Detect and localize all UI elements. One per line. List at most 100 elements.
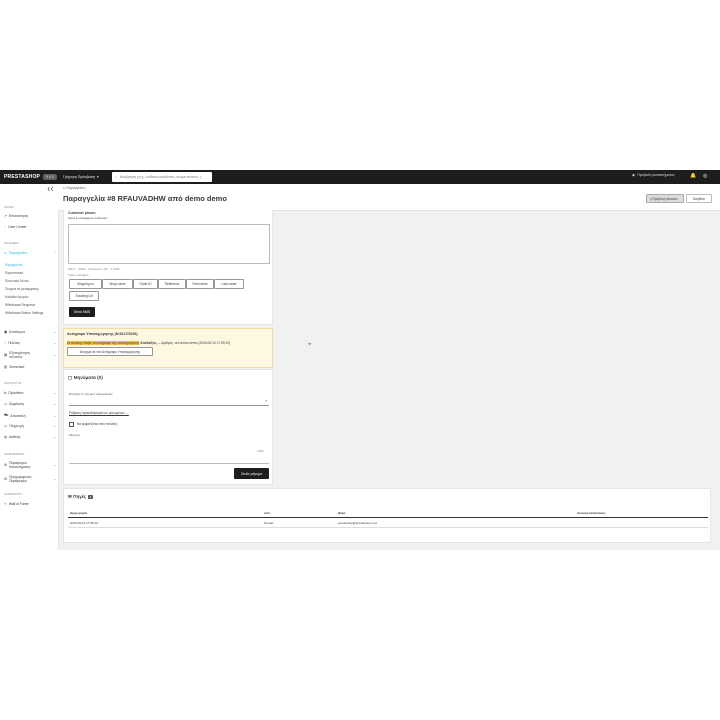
prestashop-logo[interactable]: PRESTASHOP [4,174,40,180]
insert-variables-label: Insert variables: [68,273,90,277]
sidebar-item-label: Wall of Fame [8,502,29,506]
sidebar-subitem-orders[interactable]: Παραγγελίες [5,263,23,267]
sidebar-subitem-delivery-slips[interactable]: Στοιχεία σε μεταφορικής [5,287,39,291]
sidebar-item-international[interactable]: ◍ Διεθνής ⌄ [4,435,56,439]
truck-icon: ⛟ [4,413,9,417]
sidebar-item-wall-of-fame[interactable]: ✧ Wall of Fame [4,502,56,506]
sidebar-item-appearance[interactable]: ▭ Εμφάνιση ⌄ [4,402,56,406]
globe-icon: ◍ [4,435,7,439]
col-date: Ημερομηνία [70,511,88,515]
quick-access-dropdown[interactable]: Γρήγορη Πρόσβαση ▾ [63,175,99,179]
collapse-sidebar-icon[interactable]: ❮❮ [47,186,54,191]
sidebar-subitem-invoices[interactable]: Παραστατικά [5,271,23,275]
var-last-name-button[interactable]: Last name [214,279,244,289]
cell-date: 2026-06-10 17:59:19 [70,521,98,525]
view-shop-link[interactable]: ◉ Προβολή καταστήματος [632,173,675,177]
view-closed-label: Προβολή κλεισών [652,196,678,201]
sidebar-item-label: Κατάλογος [9,330,26,334]
sms-message-textarea[interactable] [68,224,270,264]
chevron-down-icon: ▾ [96,175,99,179]
var-order-id-button[interactable]: Order ID [133,279,158,289]
open-withdrawal-button[interactable]: Άνοιγμα σε νέα Αντίγραφο Υπαναχώρησης [67,347,153,356]
var-reference-button[interactable]: Reference [158,279,186,289]
chevron-down-icon: ⌄ [53,413,56,418]
col-subject: Θέμα [338,511,346,515]
chevron-up-icon: ˆ [54,251,56,255]
sidebar-item-customer-service[interactable]: ▤ Εξυπηρέτηση πελατών ⌄ [4,351,56,359]
sidebar-item-label: Πρόσθετα [8,391,24,395]
sidebar-subitem-carts[interactable]: Καλάθια Αγορών [5,295,29,299]
section-configure: ΔΙΑΜΟΡΦΩΣΗ [4,452,25,456]
chevron-down-icon: ⌄ [53,341,56,345]
puzzle-icon: ⧉ [4,391,7,395]
sidebar-item-label: Παράμετροι Καταστήματος [9,461,31,469]
settings-icon: ⚙ [4,477,8,481]
search-bar[interactable]: ⌕ [112,172,212,182]
search-input[interactable] [119,175,206,179]
sidebar-item-label: Παραγγελίες [8,251,28,255]
sidebar-subitem-withdrawal-settings[interactable]: Withdrawal Button Settings [5,311,55,315]
sidebar-item-catalog[interactable]: ▣ Κατάλογος ⌄ [4,330,56,334]
sidebar-item-stats[interactable]: ▥ Στατιστικά [4,365,56,369]
messages-title: ▢ Μηνύματα (0) [68,375,103,381]
sidebar-item-modules[interactable]: ⧉ Πρόσθετα ⌄ [4,391,56,395]
version-badge: 9.0.0 [43,174,57,180]
withdrawal-detail: — Αριθμός: ord-demo-demo (2026-06-10 17:… [157,341,231,345]
configure-messages-link[interactable]: Ρύθμιση προκαθορισμένων μηνυμάτων → [69,411,129,415]
arrow-right-icon: → [124,411,129,415]
search-icon: ⌕ [115,175,117,179]
breadcrumb[interactable]: ⊔ Παραγγελίες [63,186,85,190]
sidebar-subitem-credit-slips[interactable]: Πιστωτικά δελτία [5,279,28,283]
sidebar-item-label: Πελάτες [8,341,21,345]
sidebar-item-payment[interactable]: ▭ Πληρωμή ⌄ [4,424,56,428]
emails-title-text: Πηγές [73,494,87,499]
help-button[interactable]: Βοήθεια [686,194,712,203]
sidebar-item-shop-parameters[interactable]: ⚙ Παράμετροι Καταστήματος ⌄ [4,461,56,469]
select-message-label: Επιλέξτε το μήνυμα παραγγελίας [69,392,113,396]
var-shipping-no-button[interactable]: Shipping no [69,279,102,289]
sidebar-item-label: Αποστολή [10,413,26,418]
message-textarea[interactable] [69,440,269,464]
messages-title-text: Μηνύματα (0) [73,375,103,380]
breadcrumb-orders: Παραγγελίες [66,186,86,190]
chevron-down-icon: ⌄ [53,353,56,357]
sidebar-item-label: Εξυπηρέτηση πελατών [9,351,30,359]
send-sms-button[interactable]: Send SMS [69,307,95,317]
var-shop-name-button[interactable]: Shop name [102,279,133,289]
emails-count-badge: 1 [87,495,94,499]
show-customer-checkbox[interactable] [69,422,74,427]
sidebar-item-customers[interactable]: ◔ Πελάτες ⌄ [4,341,56,345]
sidebar-item-orders[interactable]: ⊔ Παραγγελίες ˆ [4,251,56,255]
message-select[interactable]: ▾ [69,398,269,406]
cart-icon: ⊔ [4,251,7,255]
emails-panel: ✉ Πηγές 1 Ημερομηνία από Θέμα Αλλαγή κατ… [63,488,711,543]
send-message-label: Send a message to customer: [68,216,108,220]
sidebar-item-dashboard[interactable]: ↗ Επισκόπηση [4,214,56,218]
col-from: από [264,511,270,515]
sidebar-item-label: Διεθνής [8,435,21,439]
sidebar-item-shipping[interactable]: ⛟ Αποστολή ⌄ [4,413,56,418]
sidebar-item-label: Προχωρημένες Παράμετροι [9,475,32,483]
messages-panel: ▢ Μηνύματα (0) Επιλέξτε το μήνυμα παραγγ… [63,369,273,485]
view-shop-label: Προβολή καταστήματος [637,173,675,177]
monitor-icon: ▭ [4,402,8,406]
chart-icon: ▥ [4,365,8,369]
section-welcome: ΚΑΛΩΣ [4,205,15,209]
sidebar-subitem-withdrawal-requests[interactable]: Withdrawal Requests [5,303,35,307]
view-closed-button[interactable]: ⎙ Προβολή κλεισών [646,194,684,203]
sidebar-item-advanced-parameters[interactable]: ⚙ Προχωρημένες Παράμετροι ⌄ [4,475,56,483]
sms-panel: Customer phone: Send a message to custom… [63,210,273,325]
sidebar: ❮❮ ΚΑΛΩΣ ↗ Επισκόπηση ◌ Care Center ΠΩΛΗΣΕ… [0,184,59,550]
configure-messages-label: Ρύθμιση προκαθορισμένων μηνυμάτων [69,411,125,415]
chevron-down-icon: ⌄ [53,424,56,428]
card-icon: ▭ [4,424,8,428]
var-first-name-button[interactable]: First name [186,279,214,289]
emails-title: ✉ Πηγές 1 [68,494,94,500]
var-tracking-url-button[interactable]: Tracking Url [69,291,99,301]
notifications-icon[interactable]: 🔔 [690,173,696,179]
account-icon[interactable]: ◎ [703,173,707,179]
eye-icon: ◉ [632,173,636,177]
sidebar-item-carecenter[interactable]: ◌ Care Center [4,225,56,229]
page-header: ⊔ Παραγγελίες Παραγγελία #8 RFAUVADHW απ… [58,184,720,211]
send-message-button[interactable]: Στείλε μήνυμα [234,468,269,479]
